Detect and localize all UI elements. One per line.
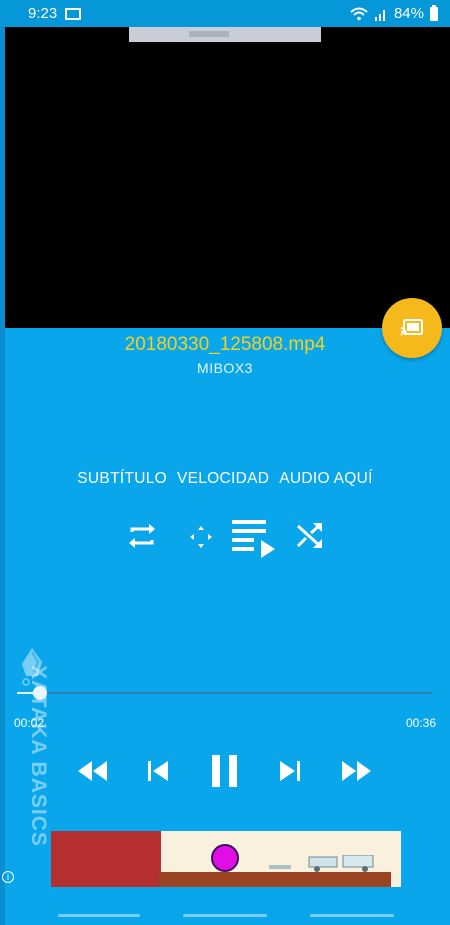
pause-icon[interactable] (210, 753, 240, 794)
rewind-icon[interactable] (77, 759, 109, 788)
battery-icon (430, 4, 438, 21)
subtitle-option[interactable]: SUBTÍTULO (76, 470, 168, 488)
battery-percent: 84% (393, 5, 424, 22)
repeat-icon[interactable] (126, 520, 158, 557)
video-preview[interactable] (5, 27, 450, 328)
signal-icon (374, 9, 385, 21)
wifi-icon (350, 7, 368, 20)
preview-floor (159, 872, 391, 887)
total-time: 00:36 (406, 716, 437, 730)
status-time: 9:23 (28, 5, 58, 22)
current-time: 00:02 (14, 716, 45, 730)
queue-play-icon[interactable] (232, 516, 278, 565)
video-frame-preview[interactable] (51, 831, 401, 887)
options-row: SUBTÍTULO VELOCIDAD AUDIO AQUÍ (0, 470, 450, 488)
speed-option[interactable]: VELOCIDAD (176, 470, 270, 488)
nav-recents-hint[interactable] (310, 914, 394, 917)
skip-next-icon[interactable] (278, 759, 302, 788)
shuffle-icon[interactable] (294, 520, 326, 557)
status-right-group: 84% (350, 4, 438, 22)
seek-bar[interactable] (17, 686, 432, 700)
info-icon[interactable]: i (2, 871, 14, 883)
preview-wall (51, 831, 161, 887)
audio-option[interactable]: AUDIO AQUÍ (278, 470, 373, 488)
preview-ball (211, 844, 239, 872)
playback-mode-row (120, 514, 340, 560)
fast-forward-icon[interactable] (341, 759, 373, 788)
skip-previous-icon[interactable] (146, 759, 170, 788)
status-bar: 9:23 84% (0, 0, 450, 27)
cast-status-icon (65, 7, 82, 20)
nav-home-hint[interactable] (183, 914, 267, 917)
preview-toy-car (269, 855, 374, 872)
gesture-navigation-bar (0, 914, 450, 918)
transport-controls (60, 753, 390, 791)
nav-back-hint[interactable] (58, 914, 140, 917)
video-thumbnail-strip (129, 27, 321, 42)
fit-screen-icon[interactable] (186, 522, 216, 557)
media-filename: 20180330_125808.mp4 (124, 334, 326, 355)
cast-device-name: MIBOX3 (197, 360, 253, 376)
seek-bar-handle[interactable] (32, 686, 47, 700)
